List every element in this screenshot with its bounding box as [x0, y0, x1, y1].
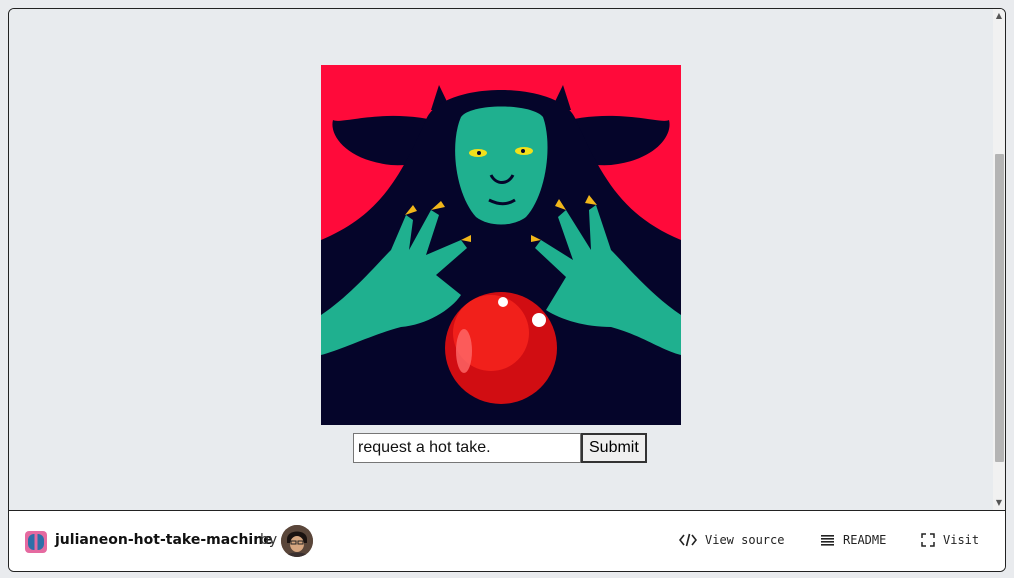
readme-button[interactable]: README: [821, 533, 886, 547]
view-source-button[interactable]: View source: [679, 533, 784, 547]
hot-take-input[interactable]: [353, 433, 581, 463]
app-footer: julianeon-hot-take-machine by View sourc…: [9, 510, 1005, 571]
scroll-thumb[interactable]: [995, 154, 1004, 462]
fortune-teller-illustration: [321, 65, 681, 425]
app-preview-frame: Submit ▲ ▼ julianeon-hot-take-machine by: [8, 8, 1006, 572]
fullscreen-icon: [921, 533, 935, 547]
list-icon: [821, 535, 834, 546]
scroll-up-icon[interactable]: ▲: [993, 9, 1005, 23]
visit-label: Visit: [943, 533, 980, 547]
visit-button[interactable]: Visit: [921, 533, 979, 547]
author-avatar[interactable]: [281, 525, 313, 557]
by-label: by: [260, 532, 278, 548]
app-viewport: Submit ▲ ▼: [9, 9, 1005, 510]
code-icon: [679, 533, 697, 547]
project-name-link[interactable]: julianeon-hot-take-machine: [55, 532, 273, 548]
fortune-teller-image: [321, 65, 681, 425]
readme-label: README: [843, 533, 887, 547]
project-logo-icon: [25, 531, 47, 553]
vertical-scrollbar[interactable]: ▲ ▼: [993, 9, 1005, 510]
scroll-down-icon[interactable]: ▼: [993, 496, 1005, 510]
submit-button[interactable]: Submit: [581, 433, 647, 463]
hot-take-form: Submit: [353, 433, 647, 463]
view-source-label: View source: [705, 533, 785, 547]
